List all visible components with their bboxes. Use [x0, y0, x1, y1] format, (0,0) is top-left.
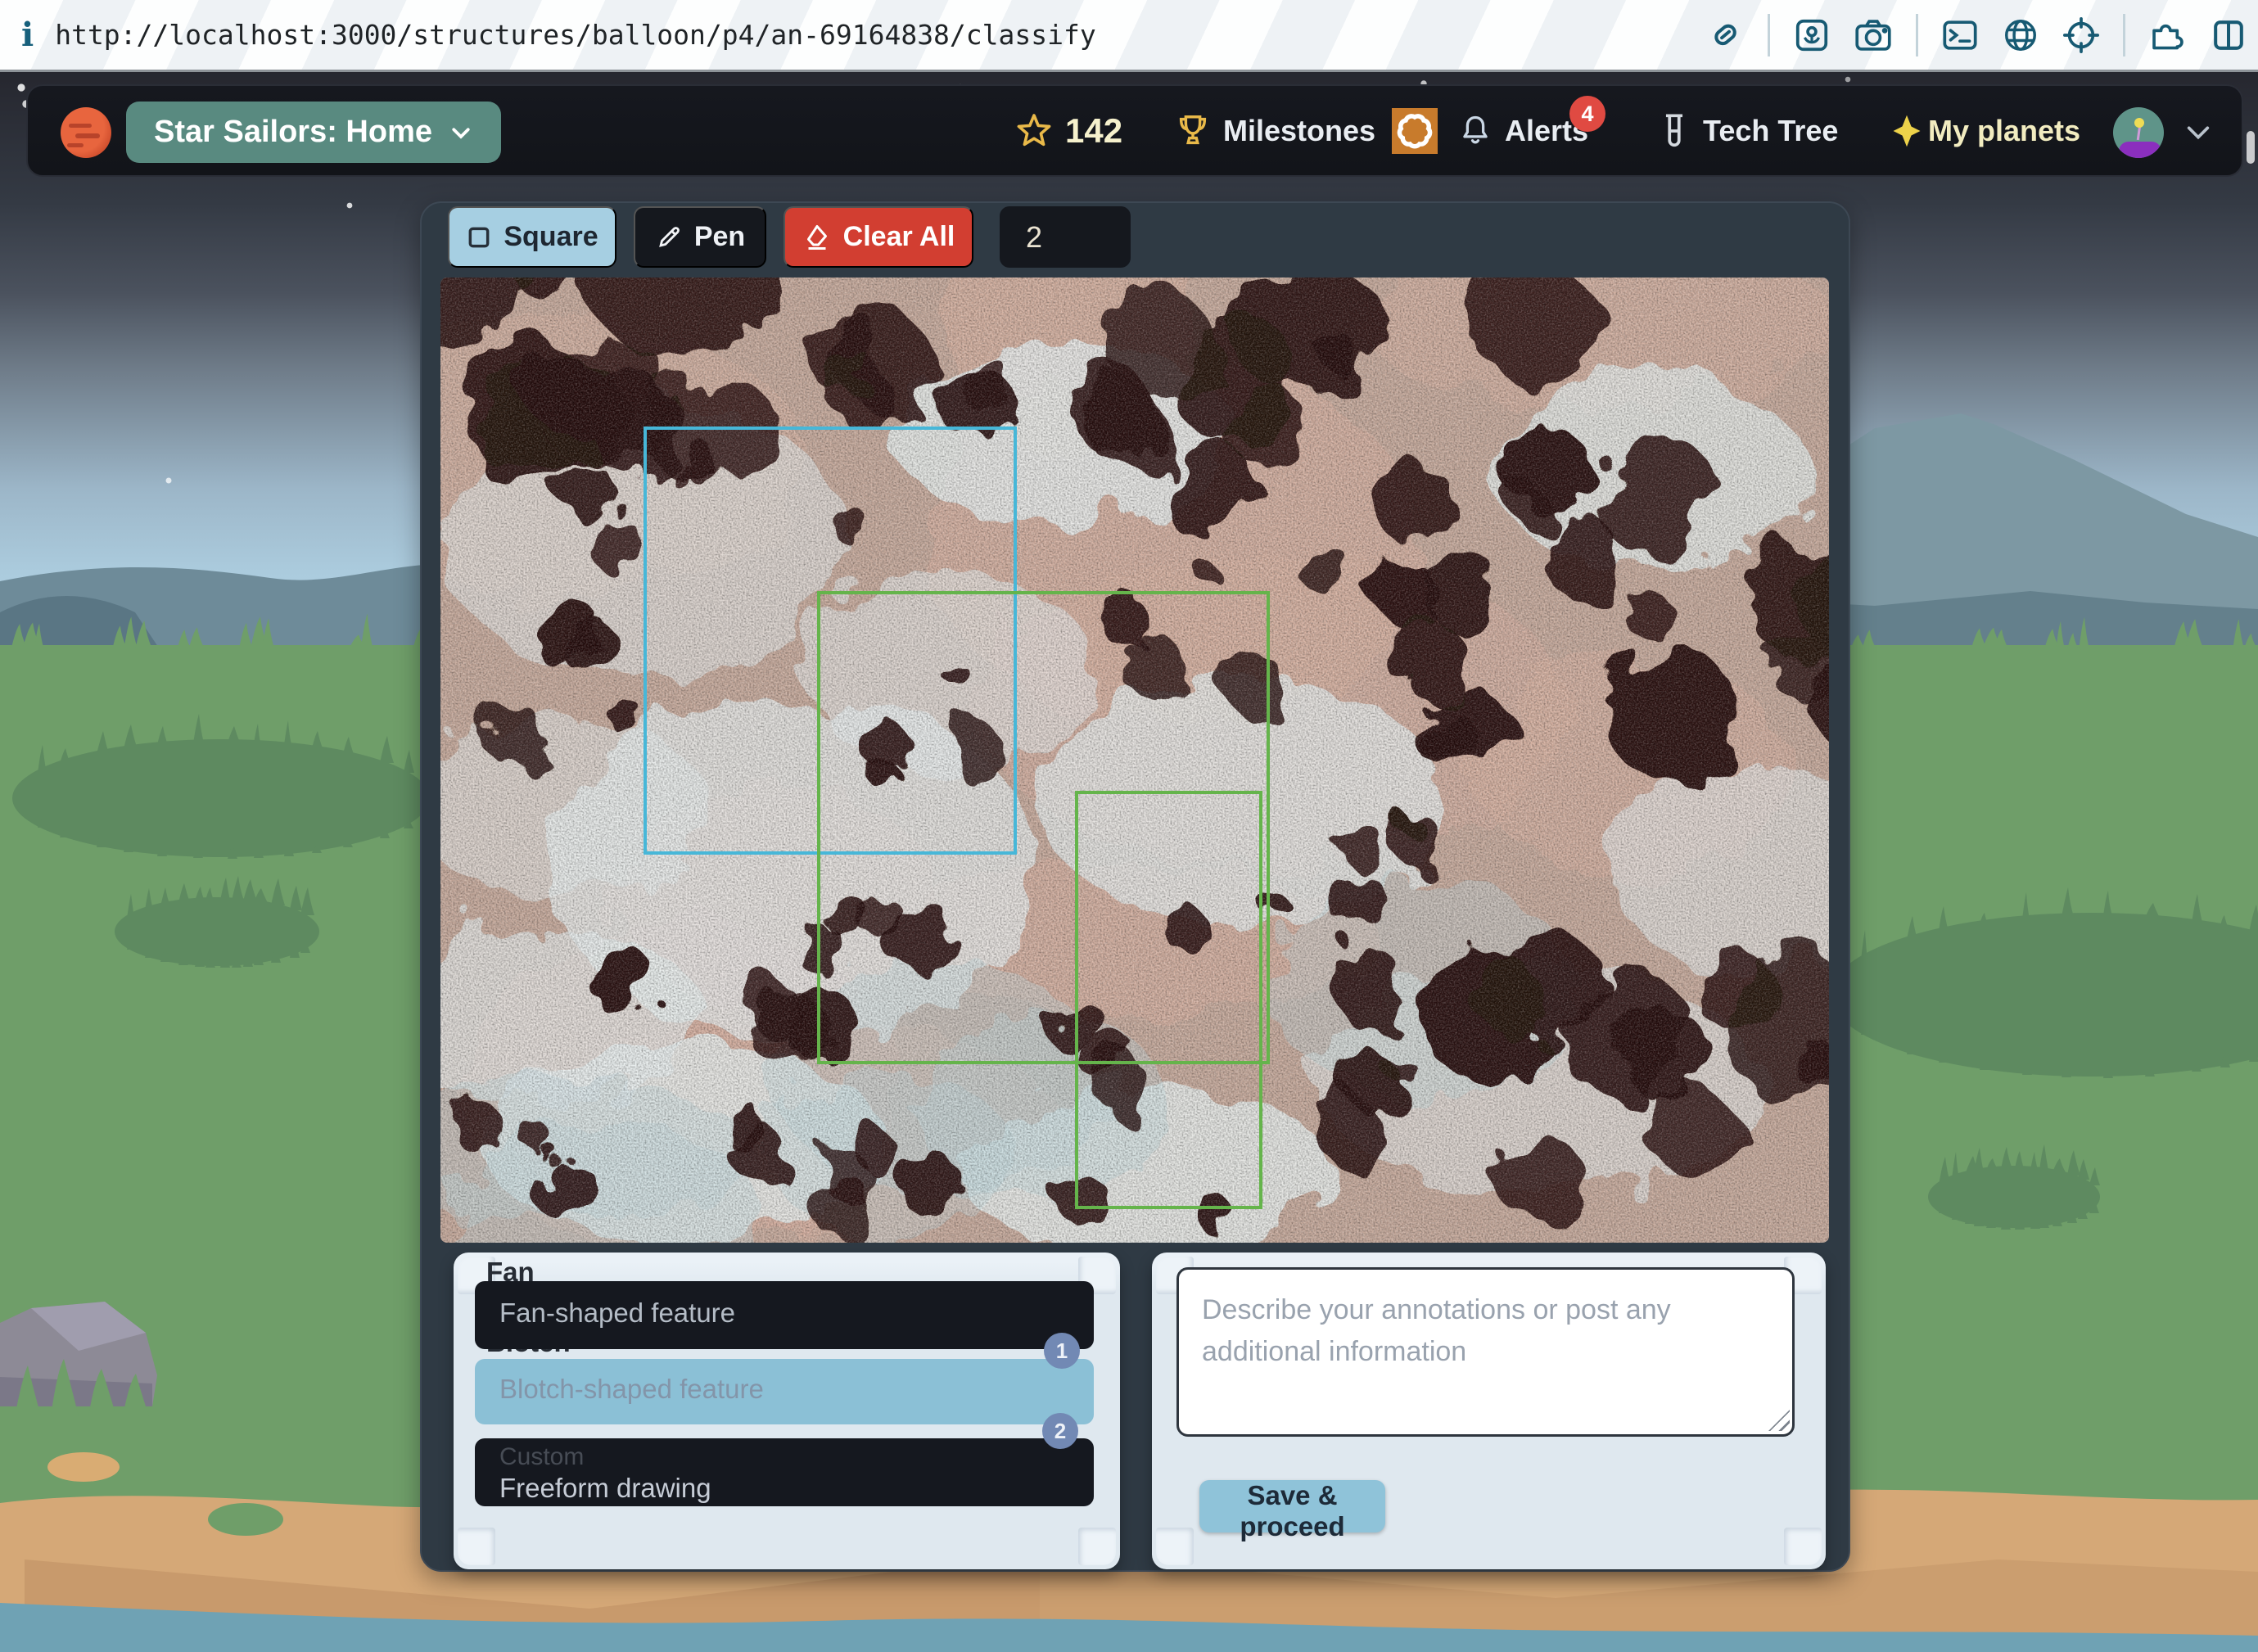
globe-icon[interactable] [2002, 16, 2039, 54]
clear-all-button[interactable]: Clear All [784, 206, 973, 268]
category-fan-card[interactable]: Fan-shaped feature [475, 1281, 1094, 1349]
eraser-icon [802, 223, 832, 252]
scallop-seal-icon [1393, 110, 1436, 152]
my-planets-button[interactable]: My planets [1889, 86, 2080, 175]
blotch-count-badge: 2 [1042, 1413, 1078, 1449]
puzzle-icon[interactable] [2148, 16, 2188, 54]
gallery-icon[interactable] [1793, 16, 1831, 54]
pen-tool-button[interactable]: Pen [634, 206, 766, 268]
alerts-button[interactable]: Alerts 4 [1457, 86, 1588, 175]
star-icon [1014, 111, 1054, 151]
tech-tree-button[interactable]: Tech Tree [1657, 86, 1838, 175]
milestone-seal-badge [1392, 108, 1438, 154]
annotation-rect-3[interactable] [1075, 791, 1262, 1209]
category-custom-card[interactable]: Custom Freeform drawing [475, 1438, 1094, 1506]
trophy-icon [1174, 112, 1212, 150]
crosshair-icon[interactable] [2062, 16, 2100, 54]
category-blotch-description: Blotch-shaped feature [499, 1374, 764, 1405]
save-and-proceed-button[interactable]: Save & proceed [1199, 1480, 1385, 1532]
avatar[interactable] [2113, 107, 2164, 158]
category-fan-description: Fan-shaped feature [499, 1298, 735, 1329]
split-view-icon[interactable] [2211, 16, 2247, 54]
category-custom-label: Custom [499, 1443, 584, 1471]
profile-chevron-icon[interactable] [2184, 120, 2212, 145]
corner-notch [1078, 1528, 1116, 1565]
app-title: Star Sailors: Home [154, 115, 432, 150]
corner-notch [458, 1528, 495, 1565]
pen-icon [655, 223, 683, 251]
chevron-down-icon [449, 120, 473, 145]
corner-notch [1784, 1528, 1822, 1565]
alerts-count-badge: 4 [1569, 96, 1605, 132]
app-logo-planet-icon[interactable] [61, 107, 111, 158]
sparkle-icon [1889, 113, 1925, 149]
annotation-layer [440, 278, 1829, 1243]
annotation-canvas[interactable] [440, 278, 1829, 1243]
sand-patch [47, 1452, 120, 1482]
camera-icon[interactable] [1854, 16, 1893, 54]
tech-tree-label: Tech Tree [1703, 114, 1838, 148]
divider [2123, 14, 2125, 56]
star-count: 142 [1065, 111, 1122, 151]
test-tube-icon [1657, 112, 1691, 150]
fan-count-badge: 1 [1044, 1333, 1080, 1369]
my-planets-label: My planets [1928, 114, 2080, 148]
square-tool-button[interactable]: Square [448, 206, 616, 268]
corner-notch [1156, 1528, 1194, 1565]
category-custom-description: Freeform drawing [499, 1473, 711, 1504]
divider [1768, 14, 1770, 56]
info-icon[interactable]: i [21, 16, 34, 54]
bell-icon [1457, 113, 1493, 149]
annotation-count-field[interactable]: 2 [1000, 206, 1131, 268]
divider [1916, 14, 1918, 56]
annotation-notes-input[interactable] [1176, 1267, 1795, 1437]
pen-tool-label: Pen [694, 221, 745, 253]
link-icon[interactable] [1707, 16, 1745, 54]
scrollbar-thumb[interactable] [2247, 131, 2255, 164]
milestones-button[interactable]: Milestones [1174, 86, 1438, 175]
square-tool-label: Square [504, 221, 598, 253]
terminal-icon[interactable] [1941, 16, 1979, 54]
url-bar[interactable]: http://localhost:3000/structures/balloon… [55, 19, 1096, 51]
milestones-label: Milestones [1223, 114, 1375, 148]
clear-all-label: Clear All [843, 221, 955, 253]
top-navbar: Star Sailors: Home 142 Milestones Alerts… [26, 84, 2243, 177]
category-blotch-card-selected[interactable]: Blotch-shaped feature [475, 1359, 1094, 1424]
grass-patch-on-sand [208, 1503, 283, 1536]
square-icon [466, 224, 492, 251]
stardust-counter[interactable]: 142 [1014, 86, 1122, 175]
app-title-dropdown[interactable]: Star Sailors: Home [126, 102, 501, 163]
browser-chrome: i http://localhost:3000/structures/ballo… [0, 0, 2258, 72]
